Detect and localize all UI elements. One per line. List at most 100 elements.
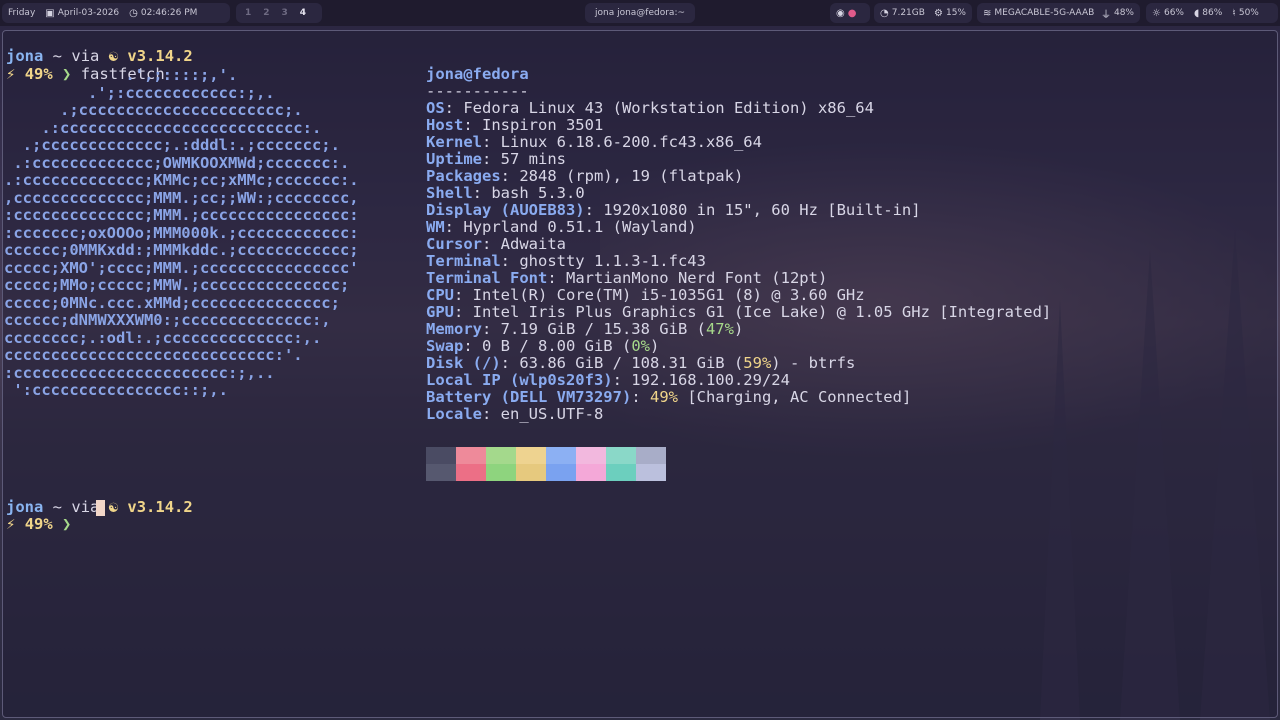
sysinfo-row: GPU: Intel Iris Plus Graphics G1 (Ice La…	[426, 304, 1051, 321]
sysinfo-key: Display (AUOEB83)	[426, 201, 585, 219]
sysinfo-value: : 2848 (rpm), 19 (flatpak)	[500, 167, 744, 185]
workspace-2[interactable]: 2	[263, 8, 269, 18]
workspace-3[interactable]: 3	[282, 8, 288, 18]
plug-icon: ⏚	[1100, 9, 1111, 21]
window-title: jona jona@fedora:~	[585, 3, 695, 23]
palette-swatch	[516, 447, 546, 464]
sysinfo-key: Disk (/)	[426, 354, 501, 372]
clock-icon: ◷	[129, 7, 138, 19]
sysinfo-key: Swap	[426, 337, 464, 355]
ascii-logo-line: .;cccccccccccccccccccccc;.	[4, 101, 303, 119]
sysinfo-row: Memory: 7.19 GiB / 15.38 GiB (47%)	[426, 321, 1051, 338]
sysinfo-percent: 59%	[743, 354, 772, 372]
palette-swatch	[606, 464, 636, 481]
ascii-logo-line: .',;::::;,'.	[4, 66, 238, 84]
memory-usage: 7.21GB	[891, 8, 925, 18]
sysinfo-value: )	[649, 337, 660, 355]
calendar-icon: ▣	[45, 7, 55, 19]
ascii-logo-line: .:ccccccccccccc;OWMKOOXMWd;ccccccc:.	[4, 153, 350, 172]
sysinfo-value: : Linux 6.18.6-200.fc43.x86_64	[482, 133, 762, 151]
sysinfo-block: jona@fedora ----------- OS: Fedora Linux…	[426, 66, 1051, 423]
sysinfo-row: Packages: 2848 (rpm), 19 (flatpak)	[426, 168, 1051, 185]
sysinfo-key: Uptime	[426, 150, 482, 168]
ascii-logo-line: :ccccccccccccccccccccccc:;,..	[4, 363, 275, 382]
sysinfo-value: :	[631, 388, 650, 406]
ascii-logo-line: ,cccccccccccccc;MMM.;cc;;WW:;cccccccc,	[4, 188, 359, 207]
sysinfo-row: Terminal: ghostty 1.1.3-1.fc43	[426, 253, 1051, 270]
sysinfo-value: : 57 mins	[482, 150, 566, 168]
sysinfo-value: : MartianMono Nerd Font (12pt)	[547, 269, 828, 287]
sysinfo-value: : Intel(R) Core(TM) i5-1035G1 (8) @ 3.60…	[454, 286, 865, 304]
palette-swatch	[486, 447, 516, 464]
sysinfo-value: )	[733, 320, 744, 338]
sysinfo-row: Terminal Font: MartianMono Nerd Font (12…	[426, 270, 1051, 287]
sysinfo-value: : en_US.UTF-8	[482, 405, 604, 423]
palette-swatch	[546, 464, 576, 481]
sysinfo-value: : Intel Iris Plus Graphics G1 (Ice Lake)…	[454, 303, 1052, 321]
sysinfo-key: Terminal Font	[426, 269, 548, 287]
sysinfo-value: : Hyprland 0.51.1 (Wayland)	[444, 218, 697, 236]
sysinfo-row: CPU: Intel(R) Core(TM) i5-1035G1 (8) @ 3…	[426, 287, 1051, 304]
volume-icon[interactable]: ◖	[1194, 8, 1199, 19]
color-palette	[426, 447, 666, 481]
sysinfo-key: Cursor	[426, 235, 482, 253]
discord-icon[interactable]: ◉	[836, 8, 845, 19]
workspace-1[interactable]: 1	[245, 8, 251, 18]
sysinfo-value: : Inspiron 3501	[463, 116, 604, 134]
cpu-icon: ⚙	[934, 7, 943, 19]
sysinfo-row: Disk (/): 63.86 GiB / 108.31 GiB (59%) -…	[426, 355, 1051, 372]
system-stats: ◔ 7.21GB ⚙ 15%	[874, 3, 972, 23]
sysinfo-key: WM	[426, 218, 445, 236]
prompt-battery: 49%	[24, 515, 53, 533]
text-cursor[interactable]	[96, 500, 105, 516]
fedora-ascii-logo: .',;::::;,'. .';:cccccccccccc:;,. .;cccc…	[4, 66, 359, 400]
sysinfo-key: OS	[426, 99, 445, 117]
ascii-logo-line: :cccccccccccccc;MMM.;cccccccccccccccc:	[4, 206, 359, 224]
sysinfo-row: Shell: bash 5.3.0	[426, 185, 1051, 202]
media-controls: ☼ 66% ◖ 86% ♮ 50%	[1146, 3, 1278, 23]
mic-level: 50%	[1238, 8, 1259, 18]
sysinfo-row: Swap: 0 B / 8.00 GiB (0%)	[426, 338, 1051, 355]
ascii-logo-line: .';:cccccccccccc:;,.	[4, 83, 275, 102]
sysinfo-percent: 47%	[705, 320, 734, 338]
palette-swatch	[456, 447, 486, 464]
sysinfo-row: Cursor: Adwaita	[426, 236, 1051, 253]
palette-swatch	[486, 464, 516, 481]
brightness-icon[interactable]: ☼	[1152, 8, 1161, 19]
ascii-logo-line: ccccc;XMO';cccc;MMM.;cccccccccccccccc'	[4, 258, 359, 277]
ascii-logo-line: .:cccccccccccccccccccccccccc:.	[4, 118, 322, 137]
window-title-label: jona jona@fedora:~	[594, 8, 686, 18]
day-label: Friday	[8, 8, 36, 18]
sysinfo-row: Battery (DELL VM73297): 49% [Charging, A…	[426, 389, 1051, 406]
palette-swatch	[576, 447, 606, 464]
sysinfo-key: Local IP (wlp0s20f3)	[426, 371, 613, 389]
ascii-logo-line: cccccccc;.:odl:.;cccccccccccccc:,.	[4, 328, 322, 347]
sysinfo-key: Locale	[426, 405, 482, 423]
sysinfo-key: Shell	[426, 184, 473, 202]
prompt-line-2b: ⚡ 49% ❯	[6, 499, 71, 533]
sysinfo-key: Packages	[426, 167, 501, 185]
microphone-icon[interactable]: ♮	[1232, 8, 1236, 19]
python-icon: ☯	[108, 498, 119, 516]
tray-apps: ◉ ●	[830, 3, 870, 23]
palette-swatch	[426, 447, 456, 464]
clock-widget[interactable]: Friday ▣ April-03-2026 ◷ 02:46:26 PM	[2, 3, 230, 23]
brightness-level: 66%	[1163, 8, 1184, 18]
battery-level: 48%	[1113, 8, 1134, 18]
sysinfo-value: : 192.168.100.29/24	[612, 371, 790, 389]
ascii-logo-line: cccccc;dNMWXXXWM0:;cccccccccccccc:,	[4, 311, 331, 329]
network-battery[interactable]: ≋ MEGACABLE-5G-AAAB ⏚ 48%	[977, 3, 1140, 23]
sysinfo-value: : 7.19 GiB / 15.38 GiB (	[482, 320, 706, 338]
memory-icon: ◔	[880, 7, 889, 19]
ascii-logo-line: ccccccccccccccccccccccccccccc:'.	[4, 346, 303, 364]
ascii-logo-line: :ccccccc;oxOOOo;MMM000k.;cccccccccccc:	[4, 223, 359, 242]
sysinfo-key: Terminal	[426, 252, 501, 270]
record-icon[interactable]: ●	[848, 8, 857, 19]
palette-swatch	[636, 464, 666, 481]
wifi-ssid: MEGACABLE-5G-AAAB	[994, 8, 1095, 18]
palette-swatch	[456, 464, 486, 481]
workspace-4[interactable]: 4	[300, 8, 306, 18]
palette-swatch	[546, 447, 576, 464]
sysinfo-value: : bash 5.3.0	[472, 184, 585, 202]
lightning-icon: ⚡	[6, 515, 16, 533]
